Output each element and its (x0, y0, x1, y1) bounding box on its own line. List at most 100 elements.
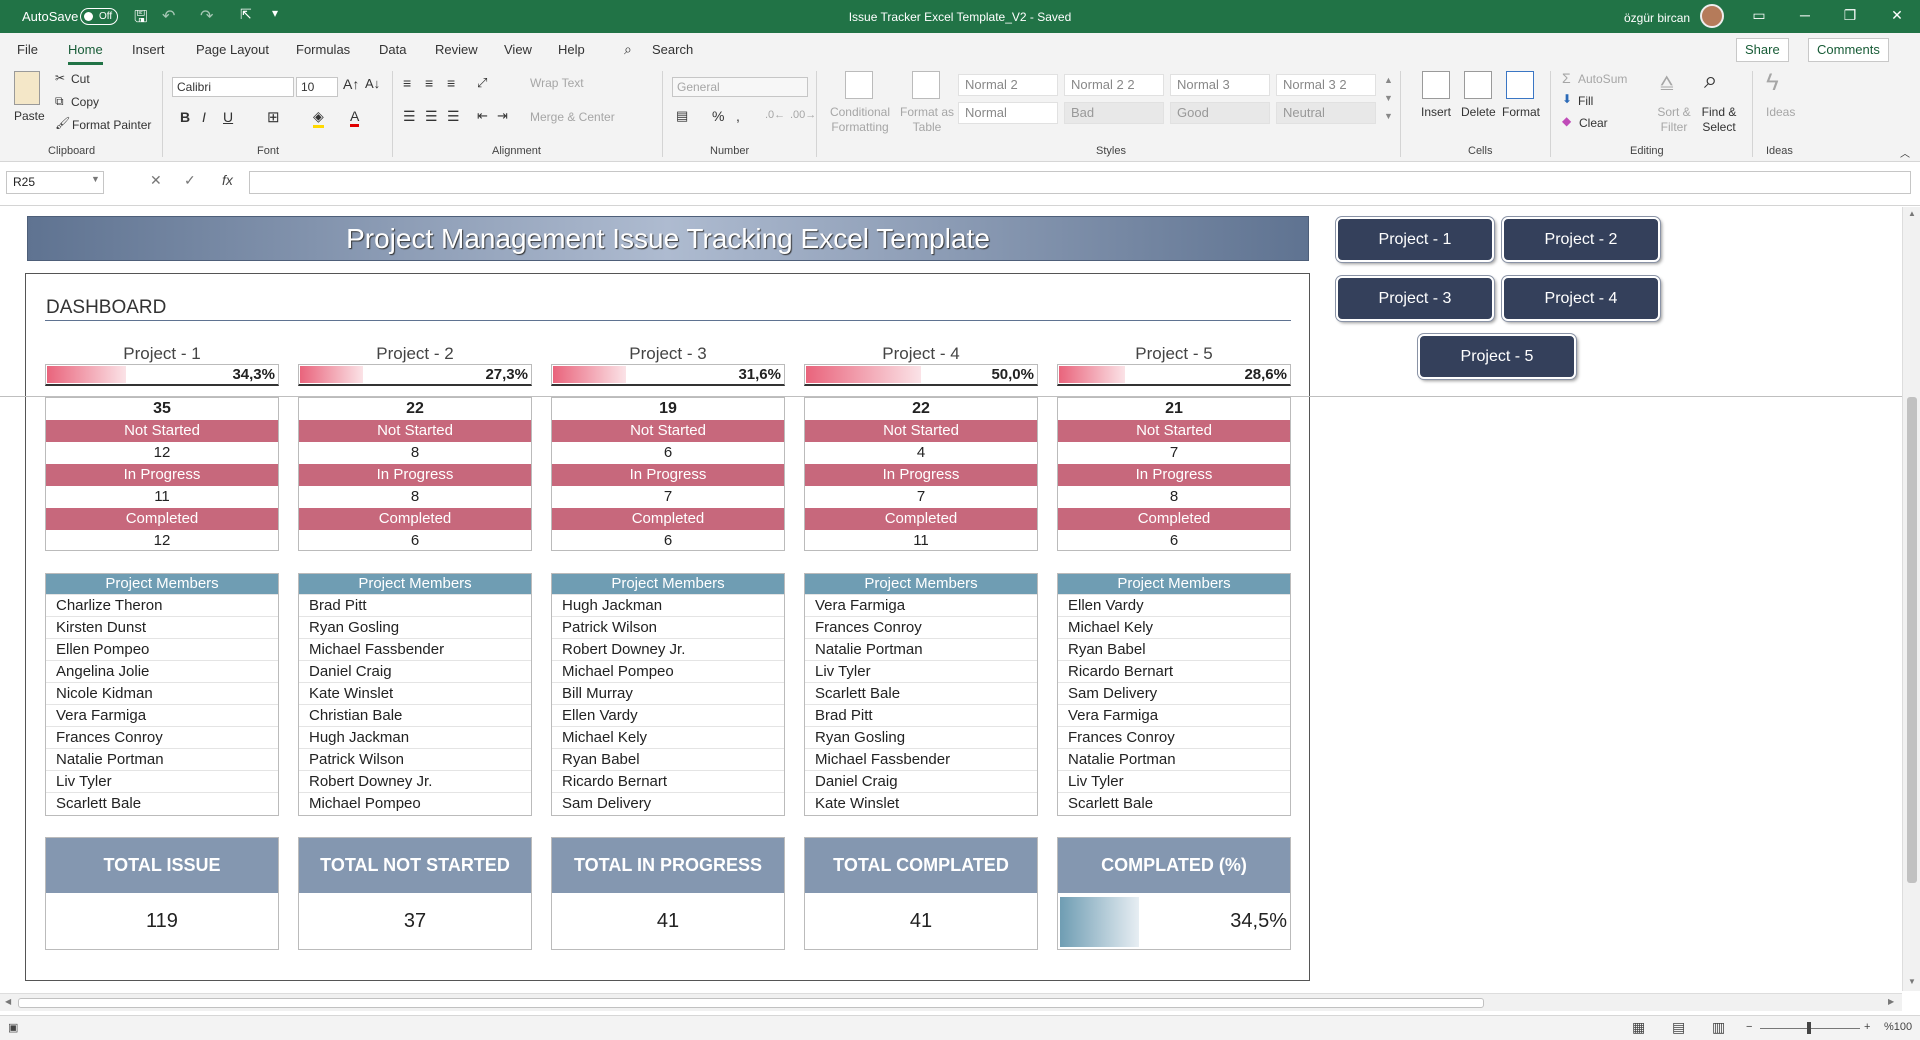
format-painter-button[interactable]: Format Painter (72, 118, 151, 132)
paste-button[interactable]: Paste (14, 109, 45, 123)
insert-function-icon[interactable]: fx (222, 172, 233, 188)
tab-insert[interactable]: Insert (132, 42, 165, 57)
normal-view-icon[interactable]: ▦ (1632, 1019, 1645, 1036)
bottom-align-icon[interactable]: ≡ (447, 75, 455, 91)
style-normal-3[interactable]: Normal 3 (1170, 74, 1270, 96)
delete-cells-button[interactable]: Delete (1461, 105, 1496, 119)
styles-scroll-up-icon[interactable]: ▲ (1384, 75, 1393, 85)
decrease-indent-icon[interactable]: ⇤ (477, 108, 488, 124)
style-normal-3-2[interactable]: Normal 3 2 (1276, 74, 1376, 96)
cancel-icon[interactable]: ✕ (150, 172, 162, 189)
ribbon-display-icon[interactable]: ▭ (1744, 7, 1774, 24)
ideas-icon[interactable]: ϟ (1766, 69, 1779, 97)
fill-icon[interactable]: ⬇ (1562, 92, 1572, 106)
format-as-table-icon[interactable] (912, 71, 940, 99)
format-as-table-button[interactable]: Format as Table (898, 105, 956, 135)
delete-cells-icon[interactable] (1464, 71, 1492, 99)
autosum-icon[interactable]: Σ (1562, 70, 1571, 86)
cut-icon[interactable]: ✂ (55, 71, 65, 85)
middle-align-icon[interactable]: ≡ (425, 75, 433, 91)
scroll-down-icon[interactable]: ▼ (1908, 977, 1916, 986)
name-box-dropdown-icon[interactable]: ▼ (91, 174, 100, 184)
search-box[interactable]: Search (652, 42, 693, 57)
format-painter-icon[interactable]: 🖌 (55, 116, 70, 130)
page-layout-view-icon[interactable]: ▤ (1672, 1019, 1685, 1036)
styles-scroll-down-icon[interactable]: ▼ (1384, 93, 1393, 103)
underline-icon[interactable]: U (223, 109, 233, 125)
number-format-select[interactable]: General (672, 77, 808, 97)
wrap-text-button[interactable]: Wrap Text (530, 76, 584, 90)
find-select-button[interactable]: Find & Select (1698, 105, 1740, 135)
tab-file[interactable]: File (17, 42, 38, 57)
accounting-icon[interactable]: ▤ (676, 108, 688, 124)
tab-review[interactable]: Review (435, 42, 478, 57)
copy-button[interactable]: Copy (71, 95, 99, 109)
merge-center-button[interactable]: Merge & Center (530, 110, 615, 124)
restore-icon[interactable]: ❐ (1835, 7, 1865, 24)
decrease-font-icon[interactable]: A↓ (365, 76, 380, 91)
tab-page-layout[interactable]: Page Layout (196, 42, 269, 57)
align-center-icon[interactable]: ☰ (425, 108, 438, 125)
style-normal-2[interactable]: Normal 2 (958, 74, 1058, 96)
style-normal-2-2[interactable]: Normal 2 2 (1064, 74, 1164, 96)
scroll-left-icon[interactable]: ◀ (5, 997, 11, 1006)
nav-button-project-3[interactable]: Project - 3 (1336, 276, 1494, 321)
zoom-level[interactable]: %100 (1884, 1021, 1912, 1033)
zoom-slider-handle[interactable] (1807, 1022, 1811, 1034)
collapse-ribbon-icon[interactable]: ︿ (1900, 145, 1910, 160)
avatar[interactable] (1700, 4, 1724, 28)
fill-button[interactable]: Fill (1578, 94, 1593, 108)
fill-color-icon[interactable]: ◈ (313, 108, 324, 128)
macro-record-icon[interactable]: ▣ (8, 1021, 18, 1034)
formula-input[interactable] (249, 171, 1911, 194)
zoom-in-icon[interactable]: + (1864, 1021, 1870, 1033)
decrease-decimal-icon[interactable]: .00→ (790, 109, 816, 121)
find-select-icon[interactable]: ⌕ (1704, 67, 1717, 95)
paste-icon[interactable] (14, 71, 40, 105)
autosum-button[interactable]: AutoSum (1578, 72, 1627, 86)
borders-icon[interactable]: ⊞ (267, 108, 280, 126)
horizontal-scroll-thumb[interactable] (18, 998, 1484, 1008)
vertical-scroll-thumb[interactable] (1907, 397, 1917, 883)
nav-button-project-5[interactable]: Project - 5 (1418, 334, 1576, 379)
sort-filter-icon[interactable]: ⩠ (1660, 69, 1673, 95)
style-neutral[interactable]: Neutral (1276, 102, 1376, 124)
ideas-button[interactable]: Ideas (1766, 105, 1795, 119)
tab-data[interactable]: Data (379, 42, 406, 57)
close-icon[interactable]: ✕ (1882, 7, 1912, 24)
style-normal[interactable]: Normal (958, 102, 1058, 124)
nav-button-project-2[interactable]: Project - 2 (1502, 217, 1660, 262)
align-left-icon[interactable]: ☰ (403, 108, 416, 125)
bold-icon[interactable]: B (180, 109, 190, 125)
sort-filter-button[interactable]: Sort & Filter (1656, 105, 1692, 135)
styles-more-icon[interactable]: ▼ (1384, 111, 1393, 121)
cut-button[interactable]: Cut (71, 72, 90, 86)
vertical-scrollbar[interactable]: ▲ ▼ (1902, 207, 1920, 991)
minimize-icon[interactable]: ─ (1790, 7, 1820, 23)
insert-cells-button[interactable]: Insert (1421, 105, 1451, 119)
scroll-up-icon[interactable]: ▲ (1908, 209, 1916, 218)
page-break-view-icon[interactable]: ▥ (1712, 1019, 1725, 1036)
tab-help[interactable]: Help (558, 42, 585, 57)
insert-cells-icon[interactable] (1422, 71, 1450, 99)
name-box[interactable]: R25 (6, 171, 104, 194)
format-cells-icon[interactable] (1506, 71, 1534, 99)
tab-formulas[interactable]: Formulas (296, 42, 350, 57)
clear-icon[interactable]: ◆ (1562, 114, 1571, 128)
italic-icon[interactable]: I (202, 109, 206, 125)
copy-icon[interactable]: ⧉ (55, 94, 64, 109)
top-align-icon[interactable]: ≡ (403, 75, 411, 91)
font-size-select[interactable]: 10 (296, 77, 338, 97)
orientation-icon[interactable]: ⤢ (477, 75, 487, 91)
style-bad[interactable]: Bad (1064, 102, 1164, 124)
zoom-out-icon[interactable]: − (1746, 1021, 1752, 1033)
enter-icon[interactable]: ✓ (184, 172, 196, 189)
format-cells-button[interactable]: Format (1502, 105, 1540, 119)
increase-font-icon[interactable]: A↑ (343, 76, 359, 92)
clear-button[interactable]: Clear (1579, 116, 1608, 130)
increase-decimal-icon[interactable]: .0← (765, 109, 785, 121)
conditional-formatting-button[interactable]: Conditional Formatting (826, 105, 894, 135)
nav-button-project-4[interactable]: Project - 4 (1502, 276, 1660, 321)
comma-icon[interactable]: , (736, 108, 740, 124)
horizontal-scrollbar[interactable]: ◀ ▶ (0, 993, 1902, 1011)
